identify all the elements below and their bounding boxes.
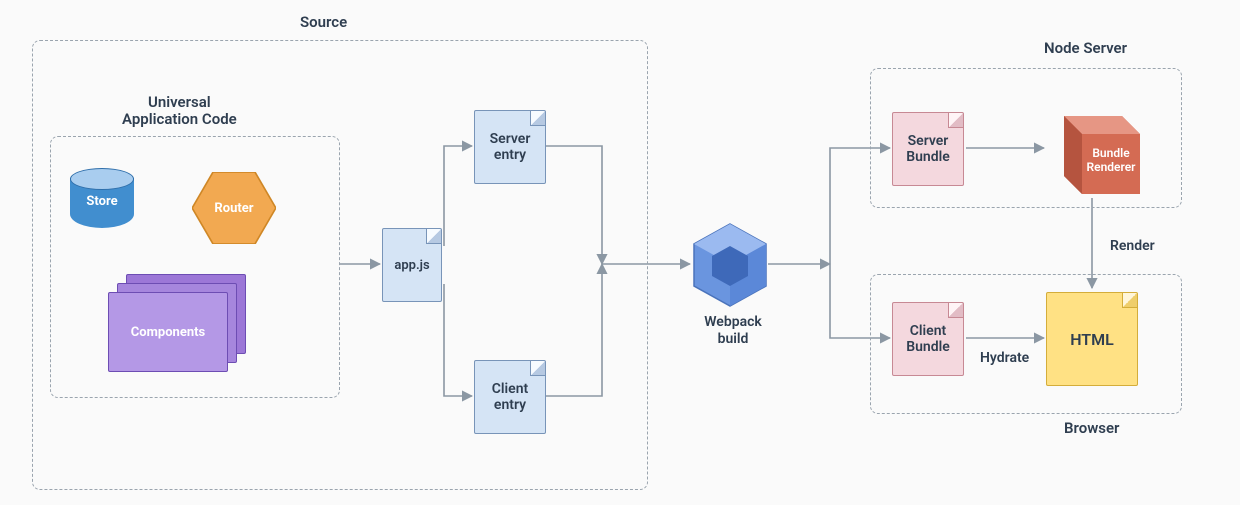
- node-components: Components: [108, 274, 246, 368]
- label-server-bundle: Server Bundle: [906, 133, 950, 165]
- node-app-js: app.js: [382, 228, 442, 302]
- node-bundle-renderer: Bundle Renderer: [1046, 100, 1140, 196]
- node-client-bundle: Client Bundle: [892, 302, 964, 376]
- title-source: Source: [300, 14, 347, 31]
- label-bundle-renderer: Bundle Renderer: [1082, 146, 1140, 175]
- node-store: Store: [70, 168, 134, 228]
- label-router: Router: [214, 201, 253, 216]
- label-app-js: app.js: [394, 258, 429, 273]
- node-webpack: [692, 222, 768, 308]
- label-hydrate: Hydrate: [980, 350, 1029, 367]
- label-client-bundle: Client Bundle: [906, 323, 950, 355]
- title-node-server: Node Server: [1044, 40, 1127, 57]
- title-universal: Universal Application Code: [122, 94, 237, 129]
- label-html: HTML: [1070, 330, 1114, 349]
- node-client-entry: Client entry: [474, 360, 546, 434]
- node-server-entry: Server entry: [474, 110, 546, 184]
- title-browser: Browser: [1064, 420, 1119, 437]
- label-store: Store: [70, 194, 134, 210]
- label-server-entry: Server entry: [490, 131, 531, 163]
- label-client-entry: Client entry: [492, 381, 528, 413]
- label-webpack: Webpack build: [694, 314, 772, 348]
- node-html: HTML: [1046, 292, 1138, 386]
- label-render: Render: [1110, 238, 1155, 255]
- label-components: Components: [131, 325, 205, 340]
- node-router: Router: [192, 172, 276, 244]
- node-server-bundle: Server Bundle: [892, 112, 964, 186]
